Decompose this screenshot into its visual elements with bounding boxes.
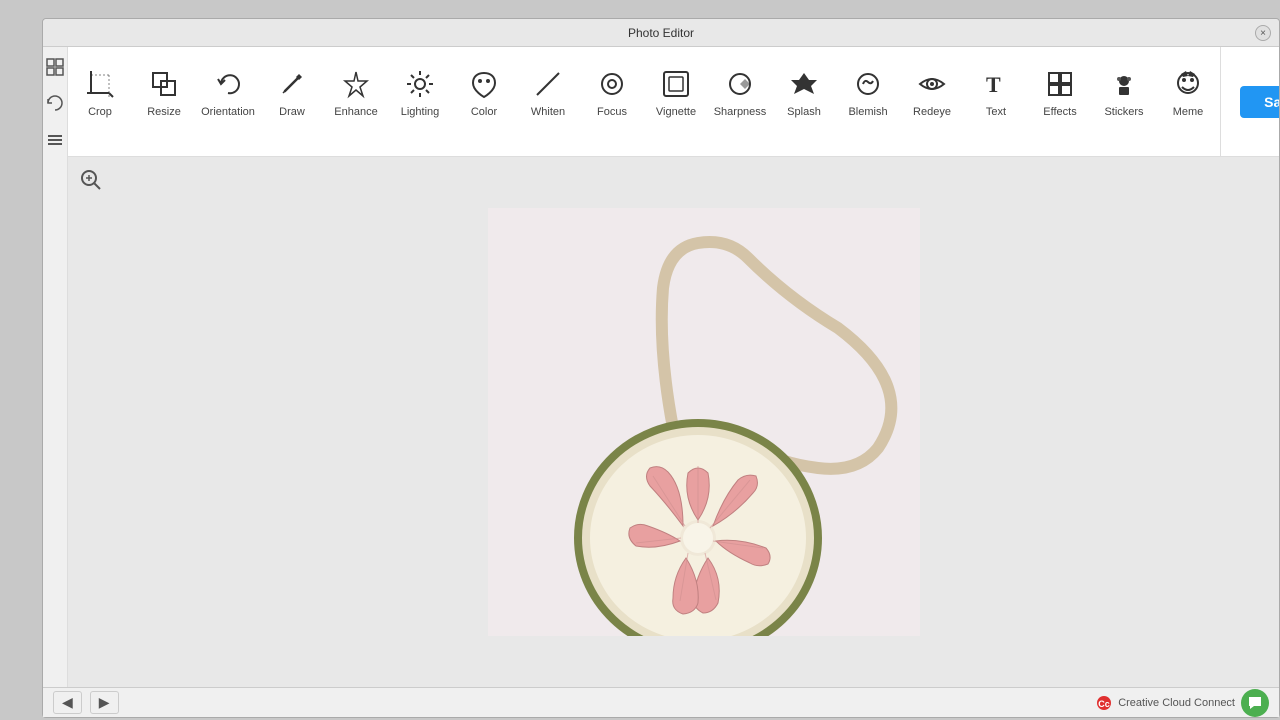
toolbar: Crop Resize Orientation Draw Enhance Lighting… [68, 47, 1220, 156]
main-panel: Crop Resize Orientation Draw Enhance Lighting… [68, 47, 1279, 687]
orientation-label: Orientation [201, 106, 255, 118]
tool-crop[interactable]: Crop [68, 47, 132, 137]
zoom-icon[interactable] [80, 169, 102, 197]
splash-label: Splash [787, 106, 821, 118]
whiten-label: Whiten [531, 106, 565, 118]
content-area: Crop Resize Orientation Draw Enhance Lighting… [43, 47, 1279, 687]
tool-color[interactable]: Color [452, 47, 516, 137]
effects-label: Effects [1043, 106, 1076, 118]
blemish-label: Blemish [848, 106, 887, 118]
brand-icon: Cc [1096, 695, 1112, 711]
enhance-label: Enhance [334, 106, 377, 118]
tool-sharpness[interactable]: Sharpness [708, 47, 772, 137]
color-icon [466, 66, 502, 102]
redeye-label: Redeye [913, 106, 951, 118]
bottom-bar: ◀ ▶ Cc Creative Cloud Connect [43, 687, 1279, 717]
tool-lighting[interactable]: Lighting [388, 47, 452, 137]
tool-resize[interactable]: Resize [132, 47, 196, 137]
close-button[interactable]: × [1255, 25, 1271, 41]
brand-text: Creative Cloud Connect [1118, 697, 1235, 709]
stickers-icon [1106, 66, 1142, 102]
tool-splash[interactable]: Splash [772, 47, 836, 137]
sidebar-icon-refresh[interactable] [43, 91, 67, 115]
toolbar-container: Crop Resize Orientation Draw Enhance Lighting… [68, 47, 1279, 157]
meme-label: Meme [1173, 106, 1204, 118]
vignette-icon [658, 66, 694, 102]
resize-icon [146, 66, 182, 102]
save-button[interactable]: Save [1240, 86, 1279, 118]
vignette-label: Vignette [656, 106, 696, 118]
color-label: Color [471, 106, 497, 118]
sidebar-icon-grid[interactable] [43, 55, 67, 79]
text-label: Text [986, 106, 1006, 118]
focus-label: Focus [597, 106, 627, 118]
crop-icon [82, 66, 118, 102]
redeye-icon [914, 66, 950, 102]
tool-whiten[interactable]: Whiten [516, 47, 580, 137]
tool-redeye[interactable]: Redeye [900, 47, 964, 137]
meme-icon [1170, 66, 1206, 102]
tool-vignette[interactable]: Vignette [644, 47, 708, 137]
bottom-right: Cc Creative Cloud Connect [1096, 689, 1269, 717]
effects-icon [1042, 66, 1078, 102]
lighting-label: Lighting [401, 106, 440, 118]
forward-button[interactable]: ▶ [90, 691, 119, 714]
back-button[interactable]: ◀ [53, 691, 82, 714]
photo-editor-window: Photo Editor × [42, 18, 1280, 718]
svg-text:T: T [986, 72, 1001, 97]
whiten-icon [530, 66, 566, 102]
tool-orientation[interactable]: Orientation [196, 47, 260, 137]
tool-effects[interactable]: Effects [1028, 47, 1092, 137]
tool-text[interactable]: T Text [964, 47, 1028, 137]
sharpness-icon [722, 66, 758, 102]
photo-canvas [488, 208, 920, 636]
tool-meme[interactable]: Meme [1156, 47, 1220, 137]
crop-label: Crop [88, 106, 112, 118]
sharpness-label: Sharpness [714, 106, 767, 118]
window-title: Photo Editor [628, 26, 694, 40]
sidebar-icon-layers[interactable] [43, 127, 67, 151]
title-bar: Photo Editor × [43, 19, 1279, 47]
left-sidebar [43, 47, 68, 687]
splash-icon [786, 66, 822, 102]
stickers-label: Stickers [1104, 106, 1143, 118]
chat-button[interactable] [1241, 689, 1269, 717]
bottom-nav: ◀ ▶ [53, 691, 119, 714]
tool-draw[interactable]: Draw [260, 47, 324, 137]
orientation-icon [210, 66, 246, 102]
resize-label: Resize [147, 106, 181, 118]
svg-text:Cc: Cc [1098, 699, 1110, 709]
save-area: Save [1220, 47, 1279, 156]
tool-blemish[interactable]: Blemish [836, 47, 900, 137]
tool-enhance[interactable]: Enhance [324, 47, 388, 137]
fruit-bag-image [488, 208, 920, 636]
enhance-icon [338, 66, 374, 102]
draw-label: Draw [279, 106, 305, 118]
focus-icon [594, 66, 630, 102]
tool-focus[interactable]: Focus [580, 47, 644, 137]
draw-icon [274, 66, 310, 102]
blemish-icon [850, 66, 886, 102]
tool-stickers[interactable]: Stickers [1092, 47, 1156, 137]
canvas-area [68, 157, 1279, 687]
lighting-icon [402, 66, 438, 102]
text-icon: T [978, 66, 1014, 102]
